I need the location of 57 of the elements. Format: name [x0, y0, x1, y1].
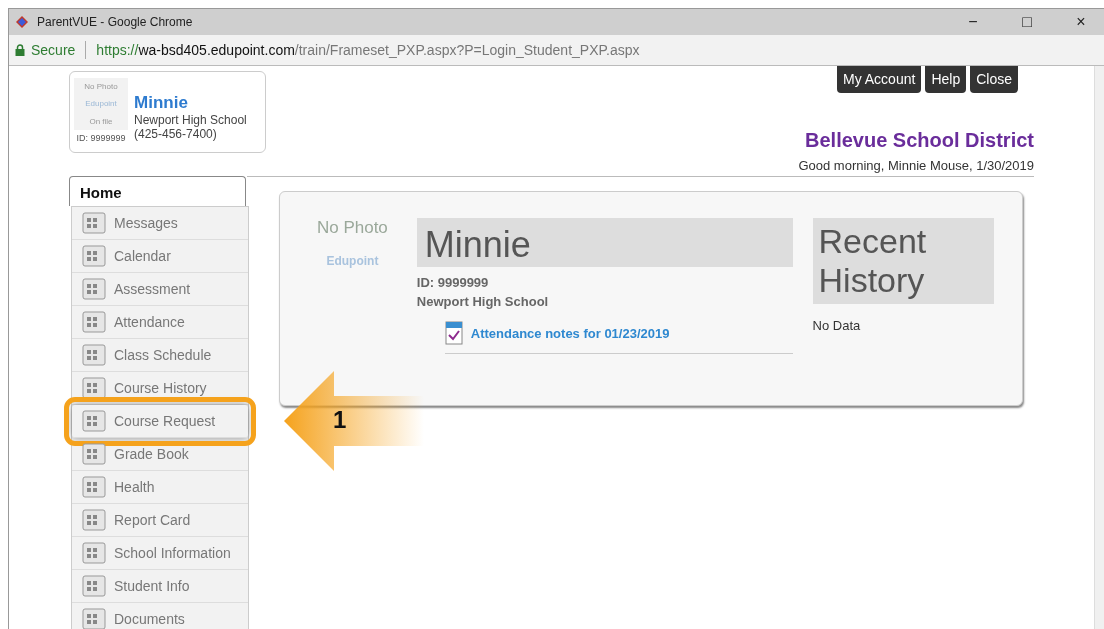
header-button[interactable]: Help: [925, 66, 967, 93]
grid-icon: [82, 212, 106, 234]
student-id: ID: 9999999: [416, 275, 490, 290]
phone-number: (425-456-7400): [134, 127, 218, 141]
sidebar-item[interactable]: Calendar: [72, 240, 248, 273]
padlock-icon: [15, 44, 25, 56]
school-name: Newport High School: [416, 294, 550, 309]
recent-history-heading: Recent History: [812, 218, 994, 305]
header-button[interactable]: My Account: [837, 66, 922, 93]
student-name[interactable]: Minnie: [134, 93, 247, 113]
scrollbar[interactable]: [1094, 66, 1104, 629]
home-tab[interactable]: Home: [69, 176, 246, 206]
photo-caption: On file: [89, 116, 113, 126]
district-name: Bellevue School District: [805, 129, 1034, 152]
sidebar-item[interactable]: Attendance: [72, 306, 248, 339]
sidebar-item[interactable]: School Information: [72, 537, 248, 570]
student-name-heading: Minnie: [416, 218, 793, 267]
sidebar-item[interactable]: Messages: [72, 207, 248, 240]
sidebar-item[interactable]: Report Card: [72, 504, 248, 537]
grid-icon: [82, 410, 106, 432]
sidebar-item[interactable]: Student Info: [72, 570, 248, 603]
photo-caption: No Photo: [84, 82, 118, 92]
header-button[interactable]: Close: [970, 66, 1018, 93]
attendance-notes-link[interactable]: Attendance notes for 01/23/2019: [470, 325, 670, 341]
sidebar-item[interactable]: Assessment: [72, 273, 248, 306]
grid-icon: [82, 476, 106, 498]
grid-icon: [82, 542, 106, 564]
window-control[interactable]: −: [950, 13, 996, 31]
logo-text: Edupoint: [326, 254, 379, 268]
window-control[interactable]: □: [1004, 13, 1050, 31]
grid-icon: [82, 311, 106, 333]
sidebar-item[interactable]: Course Request: [72, 405, 248, 438]
grid-icon: [82, 245, 106, 267]
grid-icon: [82, 443, 106, 465]
grid-icon: [82, 575, 106, 597]
photo-caption: Edupoint: [85, 99, 117, 109]
no-data-text: No Data: [812, 318, 862, 334]
diamond-logo-icon: [15, 15, 29, 29]
secure-label: Secure: [31, 42, 76, 58]
grid-icon: [82, 344, 106, 366]
url-field[interactable]: https://wa-bsd405.edupoint.com/train/Frameset_PXP.aspx?P=Login_Student_PXP.aspx: [96, 42, 640, 58]
grid-icon: [82, 377, 106, 399]
sidebar-item[interactable]: Course History: [72, 372, 248, 405]
school-name: Newport High School: [134, 113, 247, 127]
window-title: ParentVUE - Google Chrome: [37, 15, 194, 29]
sidebar-item[interactable]: Class Schedule: [72, 339, 248, 372]
attendance-check-icon: [444, 321, 463, 345]
greeting-text: Good morning, Minnie Mouse, 1/30/2019: [798, 158, 1034, 173]
grid-icon: [82, 509, 106, 531]
window-control[interactable]: ×: [1058, 13, 1104, 31]
sidebar-item[interactable]: Grade Book: [72, 438, 248, 471]
grid-icon: [82, 278, 106, 300]
photo-placeholder-text: No Photo: [316, 218, 388, 238]
sidebar-item[interactable]: Documents: [72, 603, 248, 629]
student-id: ID: 9999999: [76, 133, 126, 143]
sidebar-item[interactable]: Health: [72, 471, 248, 504]
callout-number: 1: [333, 406, 347, 434]
